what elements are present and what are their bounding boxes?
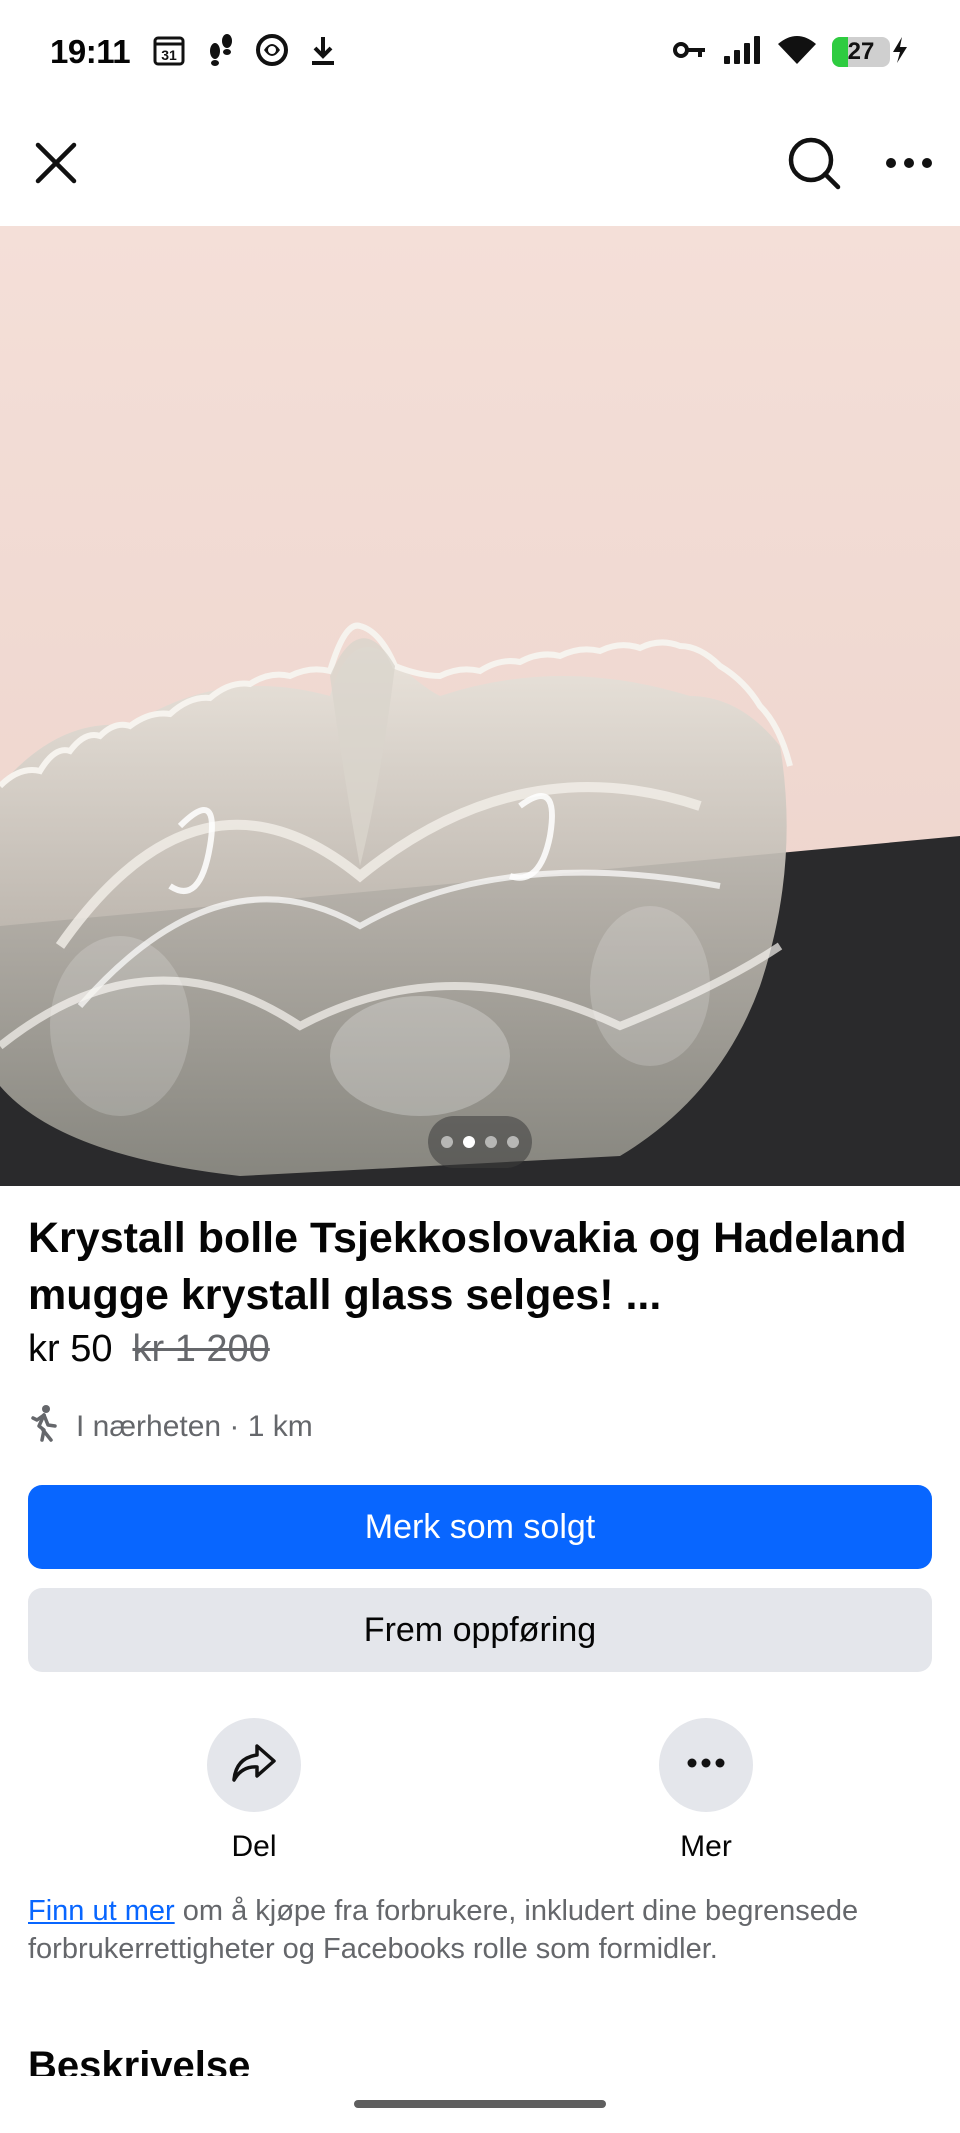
learn-more-link[interactable]: Finn ut mer (28, 1895, 175, 1927)
more-horizontal-icon (686, 1756, 726, 1774)
top-app-bar (0, 104, 960, 226)
close-button[interactable] (26, 133, 86, 198)
pager-dot (485, 1136, 497, 1148)
location-row: I nærheten · 1 km (28, 1404, 313, 1450)
current-price: kr 50 (28, 1328, 113, 1370)
battery-percent: 27 (847, 38, 875, 65)
battery-icon: 27 (832, 35, 910, 70)
share-button[interactable] (207, 1718, 301, 1812)
pager-dot (441, 1136, 453, 1148)
footsteps-icon (204, 33, 236, 72)
wifi-icon (776, 34, 818, 71)
signal-icon (722, 34, 762, 71)
more-button[interactable] (659, 1718, 753, 1812)
more-options-button[interactable] (884, 153, 934, 178)
status-time: 19:11 (50, 33, 131, 70)
close-icon (26, 133, 86, 198)
calendar-day: 31 (161, 47, 177, 63)
photo-pager[interactable] (428, 1116, 532, 1168)
pager-dot (507, 1136, 519, 1148)
search-button[interactable] (784, 133, 844, 198)
walking-person-icon (28, 1404, 62, 1450)
promote-listing-button[interactable]: Frem oppføring (28, 1588, 932, 1672)
more-action[interactable]: Mer (606, 1718, 806, 1864)
location-text: I nærheten · 1 km (76, 1410, 313, 1443)
original-price: kr 1 200 (132, 1328, 270, 1370)
crystal-bowl-image (0, 226, 960, 1186)
more-label: Mer (680, 1830, 732, 1863)
listing-title: Krystall bolle Tsjekkoslovakia og Hadela… (28, 1214, 907, 1319)
vpn-key-icon (672, 38, 708, 67)
search-icon (784, 133, 844, 198)
status-left-icons: 31 (152, 32, 338, 73)
share-label: Del (231, 1830, 277, 1863)
share-icon (230, 1742, 278, 1789)
share-action[interactable]: Del (154, 1718, 354, 1864)
status-right-icons: 27 (672, 34, 910, 71)
app-badge-icon (254, 32, 290, 73)
status-bar: 19:11 31 27 (0, 0, 960, 104)
home-indicator[interactable] (354, 2100, 606, 2108)
description-heading: Beskrivelse (28, 2044, 251, 2076)
mark-as-sold-button[interactable]: Merk som solgt (28, 1485, 932, 1569)
more-icon (884, 153, 934, 178)
charging-icon (890, 35, 910, 70)
pager-dot-active (463, 1136, 475, 1148)
download-icon (308, 33, 338, 72)
listing-photo[interactable] (0, 226, 960, 1186)
price-row: kr 50 kr 1 200 (28, 1328, 270, 1371)
calendar-icon: 31 (152, 33, 186, 72)
consumer-info: Finn ut mer om å kjøpe fra forbrukere, i… (28, 1892, 932, 1968)
